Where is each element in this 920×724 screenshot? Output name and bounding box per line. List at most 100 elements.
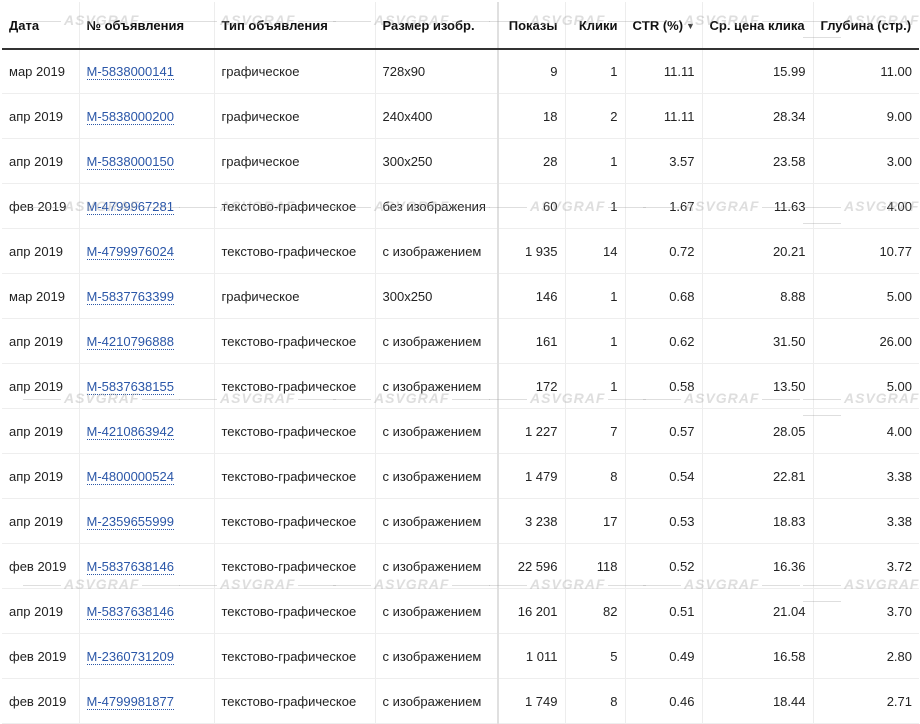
column-header-ctr[interactable]: CTR (%) ▼	[625, 2, 703, 50]
column-header-clicks[interactable]: Клики	[565, 2, 626, 50]
cell-impressions: 16 201	[498, 588, 566, 634]
table-row: фев 2019 M-5837638146 текстово-графическое…	[2, 543, 919, 589]
cell-image-size: с изображением	[375, 543, 499, 589]
cell-impressions: 9	[498, 49, 566, 94]
cell-depth: 2.71	[813, 678, 919, 724]
cell-depth: 11.00	[813, 49, 919, 94]
column-header-date[interactable]: Дата	[2, 2, 80, 50]
cell-clicks: 1	[565, 363, 626, 409]
cell-clicks: 118	[565, 543, 626, 589]
cell-ctr: 0.58	[625, 363, 703, 409]
cell-ad-type: графическое	[214, 93, 376, 139]
cell-impressions: 1 479	[498, 453, 566, 499]
ad-id-link[interactable]: M-4210863942	[86, 423, 174, 440]
cell-clicks: 1	[565, 318, 626, 364]
cell-clicks: 7	[565, 408, 626, 454]
cell-clicks: 1	[565, 273, 626, 319]
cell-depth: 5.00	[813, 273, 919, 319]
cell-date: апр 2019	[2, 408, 80, 454]
ad-id-link[interactable]: M-5838000141	[86, 64, 174, 80]
column-header-image-size[interactable]: Размер изобр.	[375, 2, 499, 50]
table-row: фев 2019 M-2360731209 текстово-графическое…	[2, 633, 919, 679]
cell-image-size: с изображением	[375, 498, 499, 544]
column-header-avg-cpc[interactable]: Ср. цена клика	[702, 2, 814, 50]
table-row: апр 2019 M-5837638155 текстово-графическое…	[2, 363, 919, 409]
sort-down-icon[interactable]: ▼	[686, 21, 695, 31]
cell-image-size: с изображением	[375, 363, 499, 409]
ad-id-link[interactable]: M-5838000150	[86, 153, 174, 170]
cell-ad-id: M-2360731209	[79, 633, 215, 679]
cell-avg-cpc: 22.81	[702, 453, 814, 499]
cell-ad-type: текстово-графическое	[214, 633, 376, 679]
cell-ctr: 0.57	[625, 408, 703, 454]
cell-ad-id: M-5838000141	[79, 49, 215, 94]
cell-clicks: 1	[565, 138, 626, 184]
table-row: апр 2019 M-4800000524 текстово-графическое…	[2, 453, 919, 499]
table-row: апр 2019 M-4210863942 текстово-графическое…	[2, 408, 919, 454]
cell-ctr: 11.11	[625, 93, 703, 139]
cell-image-size: 728x90	[375, 49, 499, 94]
ad-id-link[interactable]: M-5837638146	[86, 603, 174, 620]
cell-date: апр 2019	[2, 228, 80, 274]
cell-ad-id: M-5837763399	[79, 273, 215, 319]
cell-depth: 26.00	[813, 318, 919, 364]
cell-impressions: 161	[498, 318, 566, 364]
cell-ad-type: текстово-графическое	[214, 678, 376, 724]
cell-avg-cpc: 16.58	[702, 633, 814, 679]
cell-impressions: 22 596	[498, 543, 566, 589]
cell-image-size: 240x400	[375, 93, 499, 139]
cell-ad-id: M-4799976024	[79, 228, 215, 274]
ad-id-link[interactable]: M-5837763399	[86, 288, 174, 305]
table-header-row: Дата № объявления Тип объявления Размер …	[2, 2, 919, 50]
cell-avg-cpc: 18.44	[702, 678, 814, 724]
ad-id-link[interactable]: M-5838000200	[86, 108, 174, 125]
cell-ad-type: текстово-графическое	[214, 498, 376, 544]
cell-ad-type: текстово-графическое	[214, 543, 376, 589]
cell-date: фев 2019	[2, 633, 80, 679]
table-row: апр 2019 M-5838000200 графическое 240x400 18…	[2, 93, 919, 139]
column-header-ad-type[interactable]: Тип объявления	[214, 2, 376, 50]
cell-date: апр 2019	[2, 453, 80, 499]
table-row: апр 2019 M-5837638146 текстово-графическое…	[2, 588, 919, 634]
cell-ctr: 3.57	[625, 138, 703, 184]
cell-image-size: с изображением	[375, 678, 499, 724]
ad-id-link[interactable]: M-2360731209	[86, 648, 174, 665]
cell-date: мар 2019	[2, 49, 80, 94]
cell-impressions: 18	[498, 93, 566, 139]
ad-id-link[interactable]: M-4210796888	[86, 333, 174, 350]
cell-clicks: 1	[565, 183, 626, 229]
table-row: мар 2019 M-5837763399 графическое 300x250 14…	[2, 273, 919, 319]
ad-id-link[interactable]: M-4799976024	[86, 243, 174, 260]
cell-avg-cpc: 23.58	[702, 138, 814, 184]
column-header-depth[interactable]: Глубина (стр.)	[813, 2, 919, 50]
cell-ad-type: графическое	[214, 49, 376, 94]
ad-id-link[interactable]: M-2359655999	[86, 513, 174, 530]
table-row: апр 2019 M-4210796888 текстово-графическое…	[2, 318, 919, 364]
cell-date: фев 2019	[2, 678, 80, 724]
cell-clicks: 2	[565, 93, 626, 139]
cell-ad-type: текстово-графическое	[214, 408, 376, 454]
ad-id-link[interactable]: M-4799967281	[86, 198, 174, 215]
column-header-impressions[interactable]: Показы	[498, 2, 566, 50]
cell-ad-type: текстово-графическое	[214, 228, 376, 274]
ad-id-link[interactable]: M-5837638155	[86, 378, 174, 395]
cell-ad-id: M-4210863942	[79, 408, 215, 454]
ad-id-link[interactable]: M-4800000524	[86, 468, 174, 485]
cell-impressions: 1 749	[498, 678, 566, 724]
cell-impressions: 146	[498, 273, 566, 319]
column-header-ad-id[interactable]: № объявления	[79, 2, 215, 50]
column-header-ctr-label: CTR (%)	[632, 17, 684, 33]
ad-id-link[interactable]: M-4799981877	[86, 693, 174, 710]
cell-clicks: 8	[565, 678, 626, 724]
cell-ad-id: M-4210796888	[79, 318, 215, 364]
cell-date: апр 2019	[2, 363, 80, 409]
ad-id-link[interactable]: M-5837638146	[86, 558, 174, 575]
cell-clicks: 1	[565, 49, 626, 94]
cell-date: фев 2019	[2, 543, 80, 589]
table-body: мар 2019 M-5838000141 графическое 728x90 9 1 1…	[2, 49, 919, 724]
cell-ctr: 11.11	[625, 49, 703, 94]
cell-image-size: с изображением	[375, 453, 499, 499]
cell-image-size: 300x250	[375, 273, 499, 319]
cell-ad-id: M-5838000150	[79, 138, 215, 184]
cell-ctr: 0.52	[625, 543, 703, 589]
